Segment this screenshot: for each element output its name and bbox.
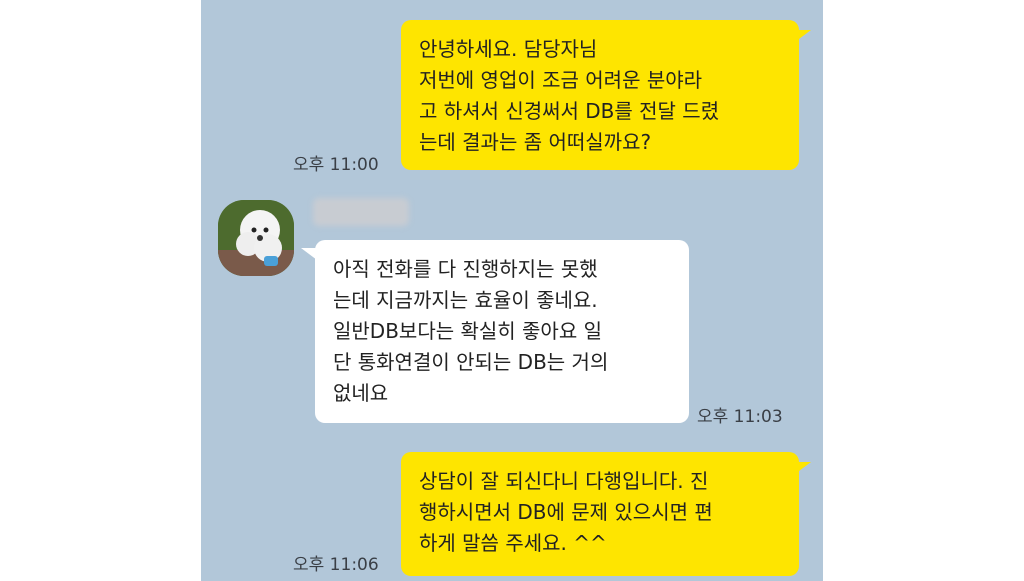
message-timestamp: 오후 11:06	[293, 555, 379, 575]
message-line: 단 통화연결이 안되는 DB는 거의	[333, 350, 609, 374]
avatar[interactable]	[218, 200, 294, 276]
message-line: 는데 지금까지는 효율이 좋네요.	[333, 288, 598, 312]
bubble-tail	[795, 462, 811, 474]
message-line: 고 하셔서 신경써서 DB를 전달 드렸	[419, 99, 720, 123]
sender-name-blurred	[313, 198, 409, 226]
message-line: 아직 전화를 다 진행하지는 못했	[333, 257, 598, 281]
bubble-tail	[795, 30, 811, 42]
message-line: 는데 결과는 좀 어떠실까요?	[419, 130, 652, 154]
my-message-bubble[interactable]: 상담이 잘 되신다니 다행입니다. 진 행하시면서 DB에 문제 있으시면 편 …	[401, 452, 799, 576]
other-message-bubble[interactable]: 아직 전화를 다 진행하지는 못했 는데 지금까지는 효율이 좋네요. 일반DB…	[315, 240, 689, 423]
message-line: 일반DB보다는 확실히 좋아요 일	[333, 319, 602, 343]
my-message-bubble[interactable]: 안녕하세요. 담당자님 저번에 영업이 조금 어려운 분야라 고 하셔서 신경써…	[401, 20, 799, 170]
dog-photo-icon	[218, 200, 294, 276]
message-line: 행하시면서 DB에 문제 있으시면 편	[419, 500, 713, 524]
message-line: 안녕하세요. 담당자님	[419, 37, 598, 61]
message-timestamp: 오후 11:03	[697, 407, 783, 427]
message-line: 없네요	[333, 381, 389, 405]
message-timestamp: 오후 11:00	[293, 155, 379, 175]
chat-panel: 오후 11:00 안녕하세요. 담당자님 저번에 영업이 조금 어려운 분야라 …	[201, 0, 823, 581]
message-line: 상담이 잘 되신다니 다행입니다. 진	[419, 469, 709, 493]
message-line: 저번에 영업이 조금 어려운 분야라	[419, 68, 703, 92]
message-line: 하게 말씀 주세요. ^^	[419, 531, 607, 555]
